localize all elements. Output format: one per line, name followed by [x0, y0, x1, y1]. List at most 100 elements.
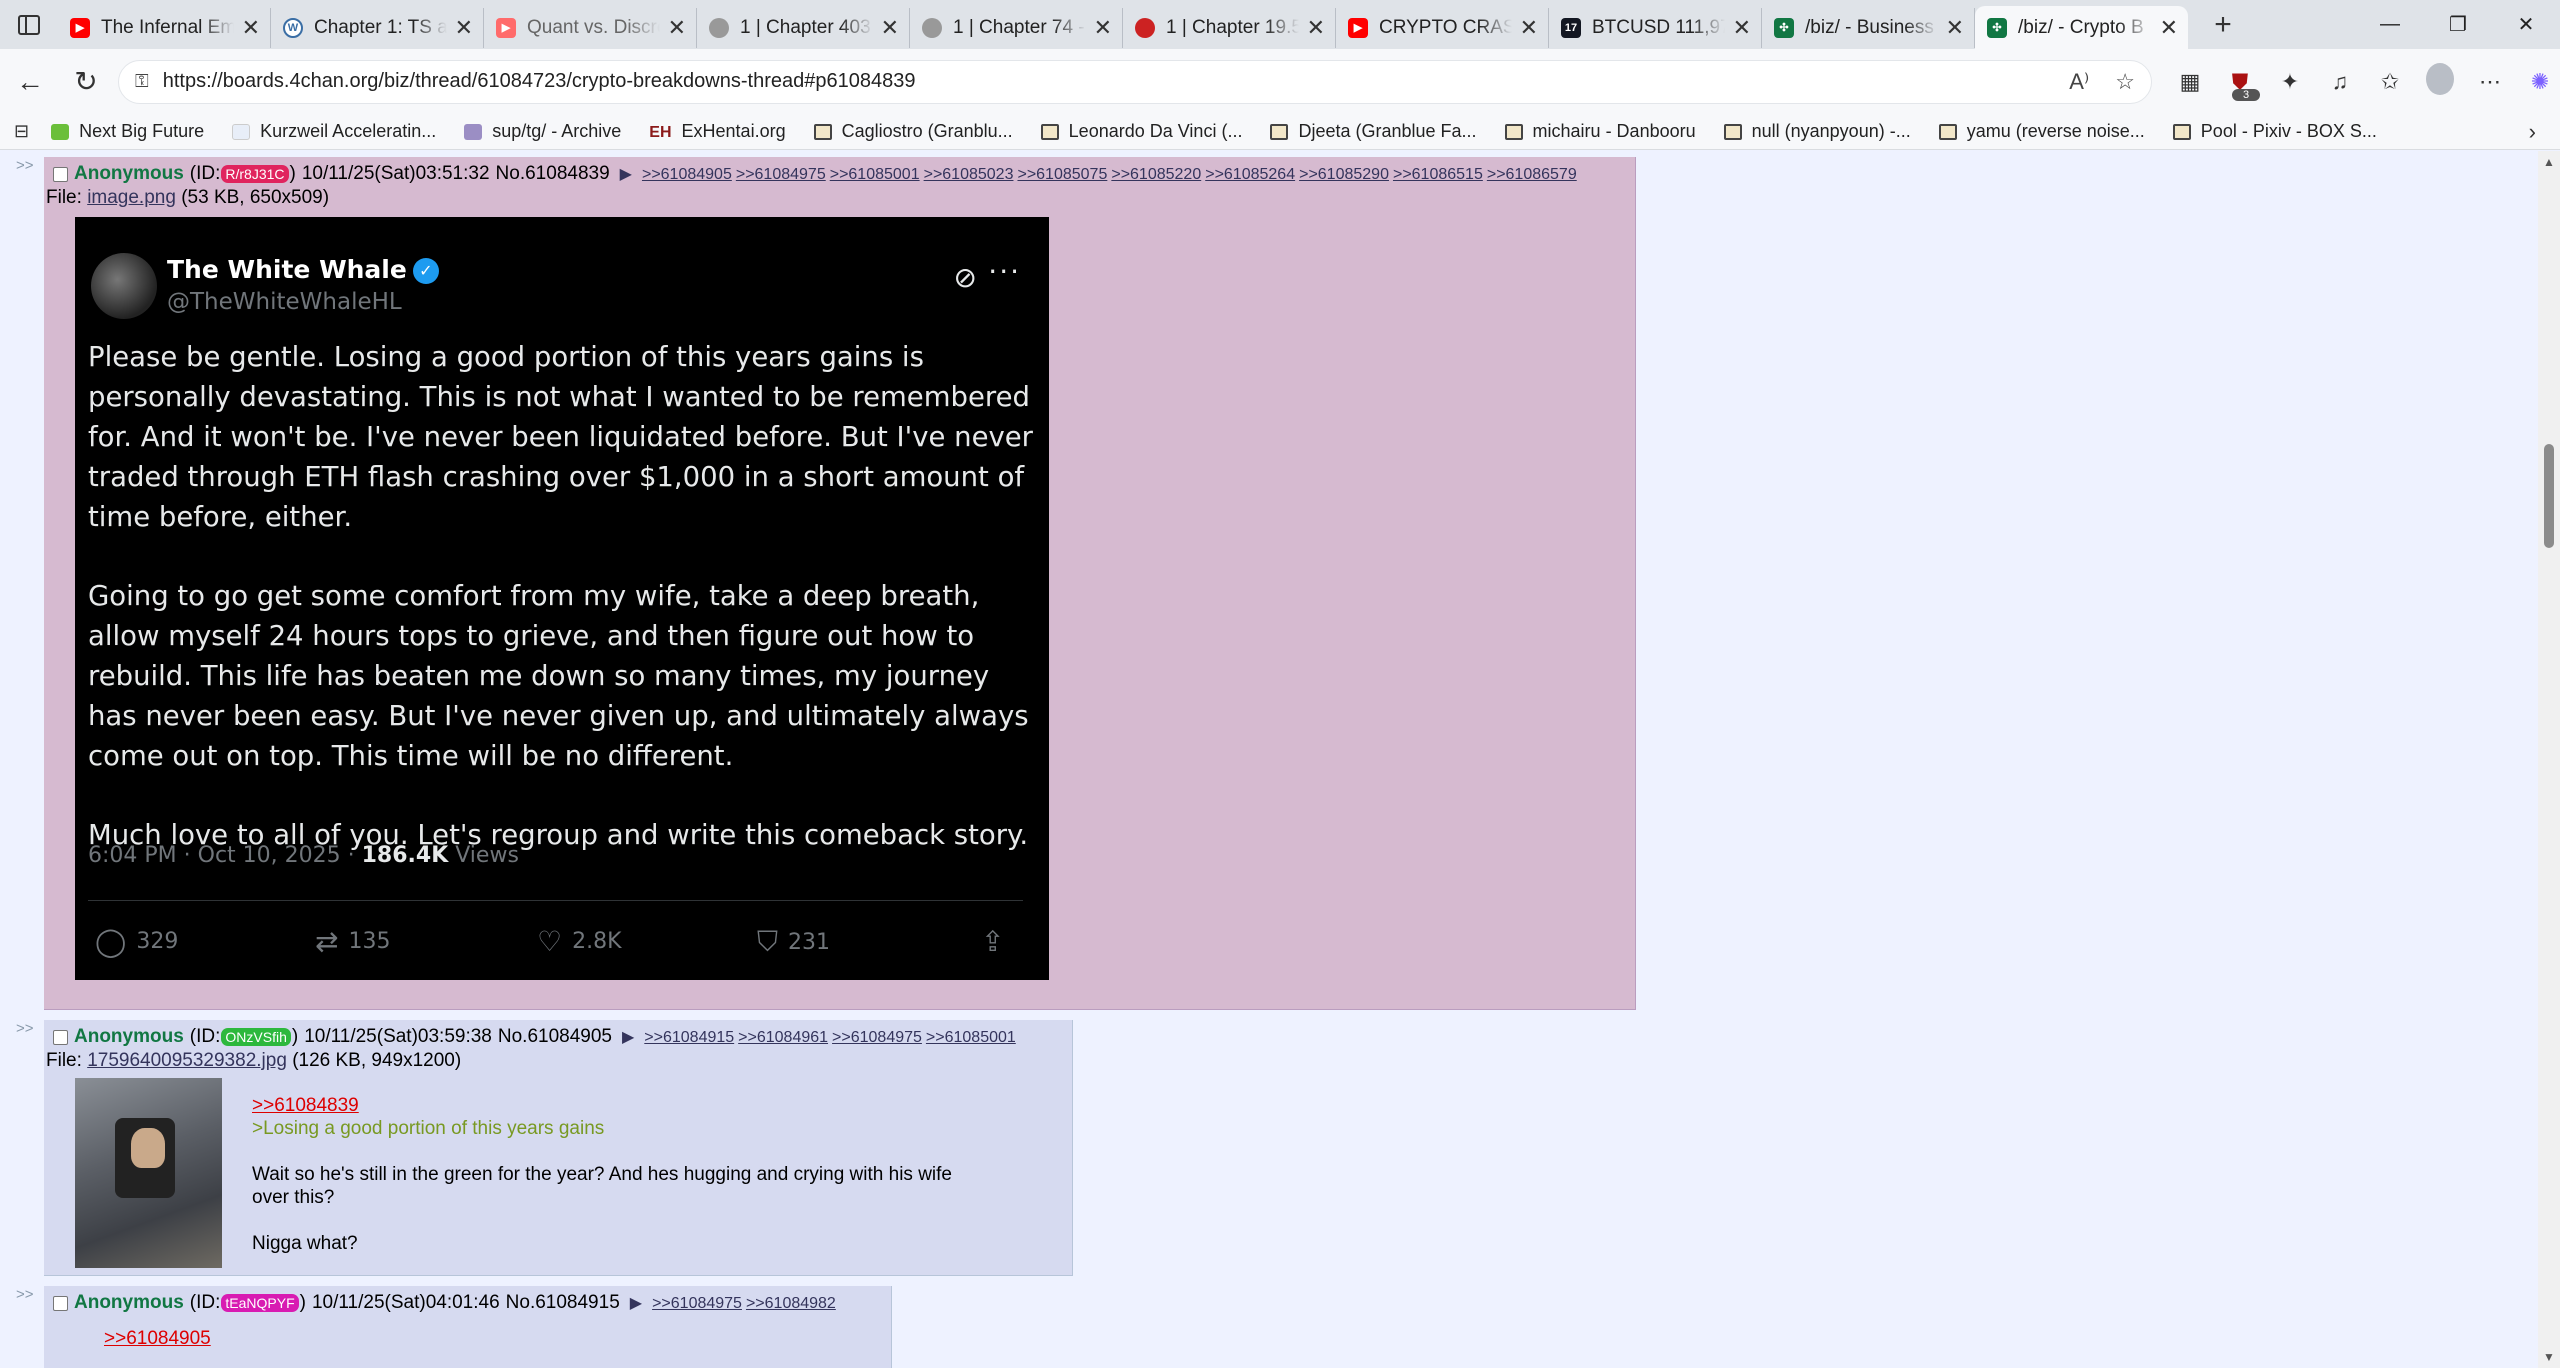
close-tab-icon[interactable]: ✕ — [242, 16, 260, 39]
post-menu-arrow-icon[interactable]: ▶ — [630, 1293, 642, 1313]
bookmark-item[interactable]: Leonardo Da Vinci (... — [1040, 121, 1242, 142]
post-menu-arrow-icon[interactable]: ▶ — [622, 1027, 634, 1047]
post-checkbox[interactable] — [53, 166, 68, 182]
bookmark-item[interactable]: yamu (reverse noise... — [1938, 121, 2145, 142]
favorite-star-icon[interactable]: ☆ — [2115, 69, 2135, 95]
backlink[interactable]: >>61084905 — [642, 166, 732, 183]
minimize-icon[interactable]: — — [2356, 0, 2424, 49]
bookmark-item[interactable]: sup/tg/ - Archive — [464, 121, 621, 142]
post-menu-arrow-icon[interactable]: ▶ — [620, 164, 632, 184]
backlink[interactable]: >>61085290 — [1299, 166, 1389, 183]
message-line: Wait so he's still in the green for the … — [252, 1164, 952, 1185]
bookmark-label: ExHentai.org — [681, 121, 786, 141]
media-control-icon[interactable]: ♫ — [2326, 69, 2354, 95]
url-bar[interactable]: ⚿ https://boards.4chan.org/biz/thread/61… — [118, 59, 2152, 104]
backlink[interactable]: >>61085264 — [1205, 166, 1295, 183]
backlink[interactable]: >>61085023 — [924, 166, 1014, 183]
close-tab-icon[interactable]: ✕ — [1733, 16, 1751, 39]
backlink[interactable]: >>61086579 — [1487, 166, 1577, 183]
page-scrollbar[interactable]: ▲ ▼ — [2538, 151, 2560, 1368]
qr-code-icon[interactable]: ▦ — [2176, 69, 2204, 95]
browser-tab[interactable]: ▶ Quant vs. Discre ✕ — [484, 7, 697, 48]
backlink[interactable]: >>61085001 — [926, 1029, 1016, 1046]
site-info-icon[interactable]: ⚿ — [135, 71, 149, 92]
close-tab-icon[interactable]: ✕ — [1307, 16, 1325, 39]
poster-id[interactable]: tEaNQPYF — [221, 1294, 299, 1312]
backlink[interactable]: >>61084961 — [738, 1029, 828, 1046]
new-tab-button[interactable]: + — [2198, 8, 2248, 42]
bookmark-item[interactable]: EH ExHentai.org — [649, 121, 785, 142]
reading-list-icon[interactable]: ⊟ — [14, 121, 29, 142]
backlink[interactable]: >>61084975 — [652, 1295, 742, 1312]
backlink[interactable]: >>61085220 — [1111, 166, 1201, 183]
backlink[interactable]: >>61084915 — [644, 1029, 734, 1046]
file-info: File: 1759640095329382.jpg (126 KB, 949x… — [46, 1050, 1072, 1072]
close-tab-icon[interactable]: ✕ — [881, 16, 899, 39]
bookmark-item[interactable]: Kurzweil Acceleratin... — [232, 121, 436, 142]
poster-name: Anonymous — [74, 1292, 184, 1313]
close-tab-icon[interactable]: ✕ — [1520, 16, 1538, 39]
post-checkbox[interactable] — [53, 1029, 68, 1045]
profile-avatar[interactable] — [2426, 62, 2454, 101]
bookmark-item[interactable]: michairu - Danbooru — [1504, 121, 1696, 142]
post-message: >>61084839 >Losing a good portion of thi… — [252, 1094, 952, 1255]
file-link[interactable]: image.png — [87, 187, 176, 208]
back-arrow-icon[interactable]: ← — [2, 54, 58, 110]
backlink[interactable]: >>61084975 — [832, 1029, 922, 1046]
close-window-icon[interactable]: ✕ — [2492, 0, 2560, 49]
post-checkbox[interactable] — [53, 1295, 68, 1311]
tab-title: BTCUSD 111,97 — [1592, 16, 1725, 38]
post-number[interactable]: No.61084839 — [496, 163, 610, 185]
backlink[interactable]: >>61086515 — [1393, 166, 1483, 183]
more-bookmarks-chevron-icon[interactable]: › — [2529, 119, 2536, 145]
copilot-icon[interactable]: ✺ — [2526, 69, 2554, 95]
close-tab-icon[interactable]: ✕ — [2160, 16, 2178, 39]
post-number[interactable]: No.61084905 — [498, 1026, 612, 1048]
browser-tab[interactable]: ▶ CRYPTO CRASH ✕ — [1336, 7, 1549, 48]
post-image-tweet[interactable]: The White Whale ✓ @TheWhiteWhaleHL ⊘ ··· … — [75, 217, 1049, 980]
bookmark-item[interactable]: Djeeta (Granblue Fa... — [1270, 121, 1477, 142]
browser-tab[interactable]: ✣ /biz/ - Business ✕ — [1762, 7, 1975, 48]
backlink[interactable]: >>61084975 — [736, 166, 826, 183]
quote-link[interactable]: >>61084839 — [252, 1094, 952, 1117]
bookmark-item[interactable]: Pool - Pixiv - BOX S... — [2172, 121, 2377, 142]
file-link[interactable]: 1759640095329382.jpg — [87, 1050, 287, 1071]
poster-id[interactable]: R/r8J31C — [221, 165, 289, 183]
browser-tab-active[interactable]: ✣ /biz/ - Crypto B ✕ — [1975, 6, 2188, 49]
more-menu-icon[interactable]: ⋯ — [2476, 69, 2504, 95]
close-tab-icon[interactable]: ✕ — [668, 16, 686, 39]
backlink[interactable]: >>61085001 — [830, 166, 920, 183]
post-thumbnail[interactable] — [75, 1078, 222, 1268]
browser-tab[interactable]: 1 | Chapter 19.5 ✕ — [1123, 7, 1336, 48]
bookmark-item[interactable]: Cagliostro (Granblu... — [813, 121, 1013, 142]
close-tab-icon[interactable]: ✕ — [1094, 16, 1112, 39]
post-datetime: 10/11/25(Sat)04:01:46 — [311, 1292, 500, 1313]
browser-tab[interactable]: 1 | Chapter 403 ✕ — [697, 7, 910, 48]
ublock-extension-icon[interactable]: ⛊ 3 — [2226, 69, 2260, 101]
url-text[interactable]: https://boards.4chan.org/biz/thread/6108… — [163, 70, 2069, 93]
poster-id[interactable]: ONzVSfih — [221, 1028, 291, 1046]
tab-title: 1 | Chapter 74 - — [953, 16, 1085, 38]
refresh-icon[interactable]: ↻ — [58, 54, 114, 110]
restore-icon[interactable]: ❐ — [2424, 0, 2492, 49]
scroll-down-icon[interactable]: ▼ — [2543, 1350, 2555, 1364]
backlink[interactable]: >>61085075 — [1017, 166, 1107, 183]
bookmark-item[interactable]: Next Big Future — [51, 121, 204, 142]
browser-tab[interactable]: 1 | Chapter 74 - ✕ — [910, 7, 1123, 48]
browser-tab[interactable]: ▶ The Infernal Em ✕ — [58, 7, 271, 48]
close-tab-icon[interactable]: ✕ — [455, 16, 473, 39]
quote-link[interactable]: >>61084905 — [104, 1328, 211, 1350]
browser-tab[interactable]: W Chapter 1: TS ar ✕ — [271, 7, 484, 48]
close-tab-icon[interactable]: ✕ — [1946, 16, 1964, 39]
post-number[interactable]: No.61084915 — [506, 1292, 620, 1314]
scroll-up-icon[interactable]: ▲ — [2543, 155, 2555, 169]
bookmark-item[interactable]: null (nyanpyoun) -... — [1723, 121, 1911, 142]
vertical-tabs-toggle-icon[interactable] — [0, 0, 58, 49]
scrollbar-thumb[interactable] — [2544, 444, 2554, 548]
read-aloud-icon[interactable]: A⁾ — [2069, 69, 2089, 95]
browser-tab[interactable]: 17 BTCUSD 111,97 ✕ — [1549, 7, 1762, 48]
extensions-puzzle-icon[interactable]: ✦ — [2276, 69, 2304, 95]
reply-arrows: >> — [16, 1020, 34, 1037]
favorites-icon[interactable]: ✩ — [2376, 69, 2404, 95]
backlink[interactable]: >>61084982 — [746, 1295, 836, 1312]
